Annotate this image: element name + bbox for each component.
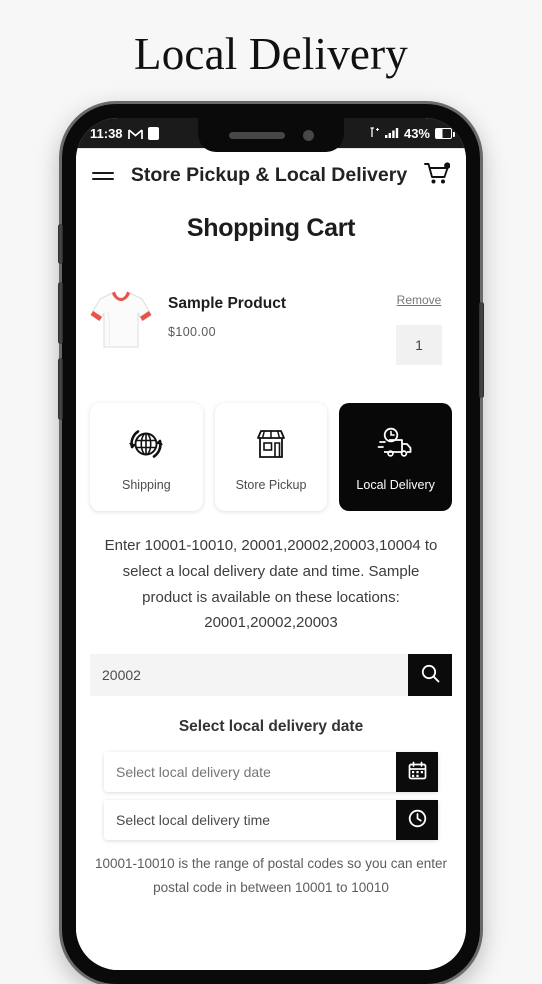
app-header: Store Pickup & Local Delivery [76, 148, 466, 198]
network-indicator-icon [370, 126, 380, 141]
shopping-cart-icon[interactable] [424, 161, 451, 190]
delivery-date-picker-row [104, 752, 438, 793]
delivery-time-clock-button[interactable] [396, 800, 438, 841]
storefront-icon [250, 423, 292, 465]
product-actions: Remove 1 [386, 285, 452, 365]
delivery-date-section-label: Select local delivery date [178, 718, 364, 736]
method-card-store-pickup[interactable]: Store Pickup [214, 403, 328, 511]
status-bar: 11:38 43% [76, 118, 466, 152]
method-label-store-pickup: Store Pickup [235, 477, 307, 492]
phone-screen: 11:38 43% Store Pickup & Local Delivery … [76, 118, 466, 970]
page-heading: Shopping Cart [186, 214, 356, 242]
postal-search-row [90, 654, 452, 697]
gmail-icon [127, 128, 143, 139]
quantity-input[interactable]: 1 [396, 325, 442, 365]
front-camera-icon [302, 129, 314, 141]
status-bar-left: 11:38 [90, 126, 159, 141]
app-title: Store Pickup & Local Delivery [130, 163, 408, 186]
earpiece-speaker-icon [228, 131, 285, 139]
phone-power-button[interactable] [479, 302, 484, 398]
globe-arrows-icon [125, 423, 167, 465]
phone-volume-down-button[interactable] [58, 358, 63, 420]
status-bar-right: 43% [370, 125, 455, 141]
phone-frame: 11:38 43% Store Pickup & Local Delivery … [58, 104, 484, 984]
battery-icon [435, 127, 455, 139]
hamburger-menu-icon[interactable] [92, 168, 114, 184]
delivery-date-input[interactable] [104, 752, 396, 793]
product-price: $100.00 [168, 325, 216, 339]
app-notification-icon [147, 126, 159, 140]
page-title: Local Delivery [134, 29, 408, 79]
delivery-date-calendar-button[interactable] [396, 752, 438, 793]
phone-notch [198, 118, 344, 152]
calendar-icon [408, 761, 427, 783]
method-card-local-delivery[interactable]: Local Delivery [339, 403, 453, 511]
delivery-truck-clock-icon [375, 423, 417, 465]
clock-icon [408, 809, 427, 831]
battery-percent: 43% [403, 125, 430, 141]
instruction-text: Enter 10001-10010, 20001,20002,20003,100… [104, 537, 438, 632]
method-label-shipping: Shipping [122, 477, 171, 492]
product-info: Sample Product $100.00 [152, 285, 386, 339]
cart-item-row: Sample Product $100.00 Remove 1 [76, 243, 466, 365]
postal-search-button[interactable] [408, 654, 452, 697]
remove-item-link[interactable]: Remove [397, 293, 442, 307]
status-time: 11:38 [90, 125, 123, 141]
method-label-local-delivery: Local Delivery [356, 477, 435, 492]
search-icon [421, 664, 440, 686]
method-card-shipping[interactable]: Shipping [90, 403, 203, 511]
signal-bars-icon [384, 126, 399, 141]
delivery-time-input[interactable] [104, 800, 396, 841]
app-content: Store Pickup & Local Delivery Shopping C… [76, 148, 466, 970]
product-name: Sample Product [168, 295, 286, 312]
postal-range-footnote: 10001-10010 is the range of postal codes… [95, 856, 447, 895]
product-thumbnail[interactable] [90, 285, 152, 358]
postal-code-input[interactable] [90, 654, 408, 697]
delivery-time-picker-row [104, 800, 438, 841]
phone-volume-up-button[interactable] [58, 282, 63, 344]
phone-silent-switch[interactable] [58, 224, 63, 264]
delivery-method-options: Shipping Store Pickup Local Delivery [76, 365, 466, 511]
